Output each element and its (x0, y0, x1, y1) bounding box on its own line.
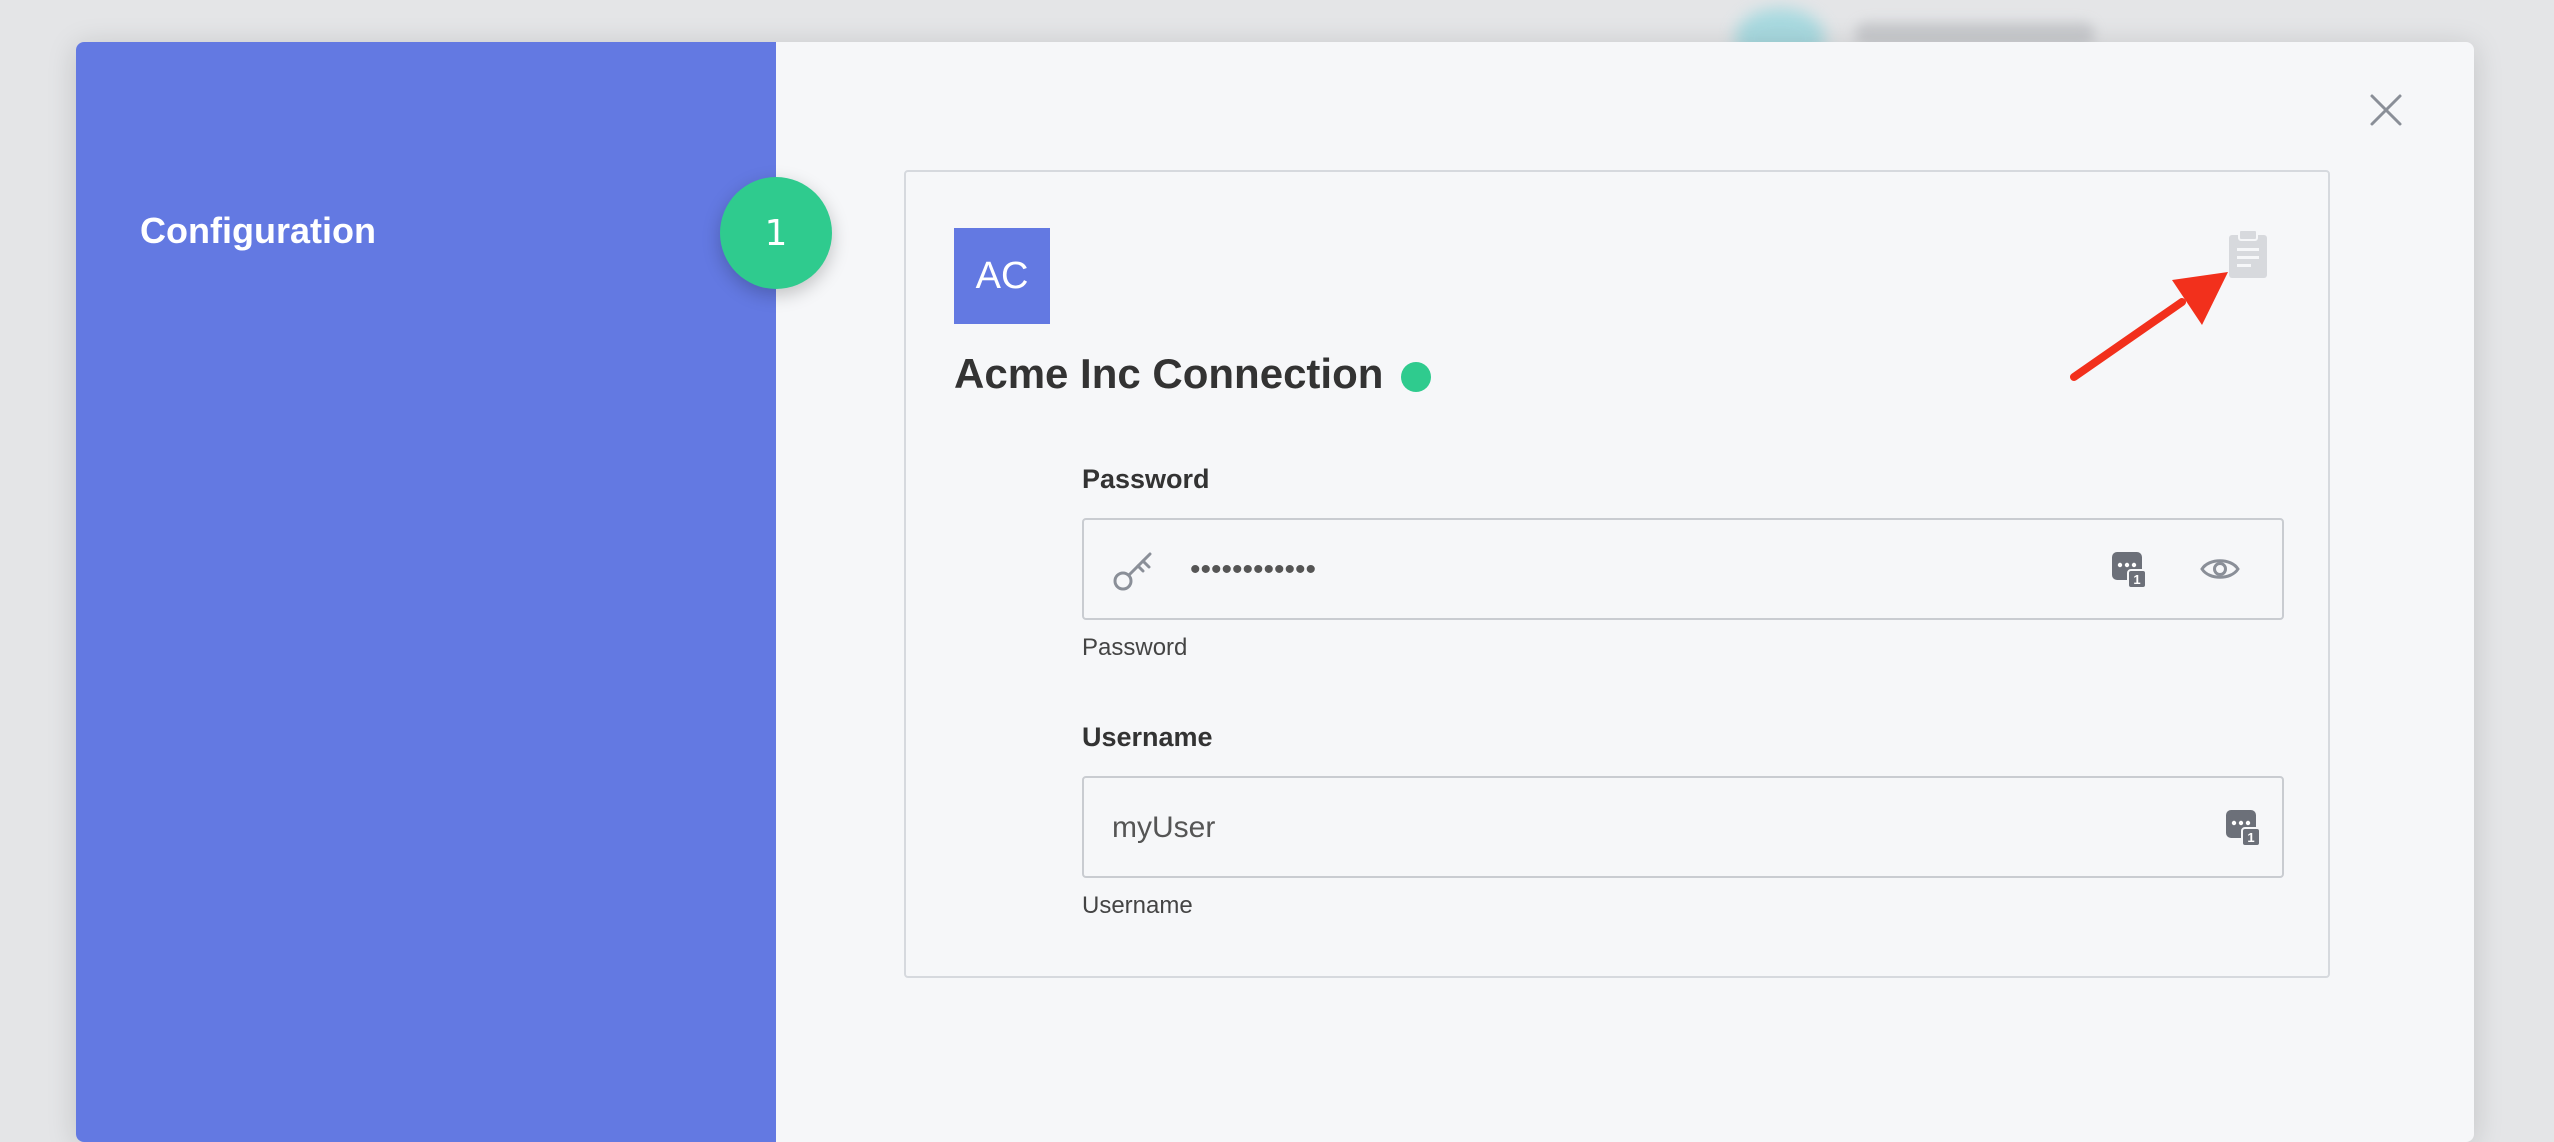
sidebar-title: Configuration (140, 210, 376, 251)
copy-config-button[interactable] (2226, 228, 2270, 280)
eye-icon (2200, 559, 2240, 579)
svg-text:1: 1 (2247, 830, 2254, 845)
username-field: 1 (1082, 776, 2284, 878)
connection-card: AC Acme Inc Connection Password ••••••••… (904, 170, 2330, 978)
password-hint: Password (1082, 634, 1188, 661)
connection-avatar: AC (954, 228, 1050, 324)
show-password-button[interactable] (2200, 554, 2240, 589)
step-indicator: 1 (720, 177, 832, 289)
connection-title: Acme Inc Connection (954, 350, 1432, 398)
password-input[interactable] (1188, 520, 2092, 620)
username-hint: Username (1082, 892, 1193, 919)
username-input[interactable] (1110, 778, 2194, 878)
close-icon (2370, 94, 2402, 126)
sidebar: Configuration (76, 42, 776, 1142)
password-field: 1 (1082, 518, 2284, 620)
password-manager-icon[interactable]: 1 (2110, 548, 2148, 595)
status-indicator (1401, 362, 1432, 392)
password-label: Password (1082, 464, 1210, 494)
password-manager-icon[interactable]: 1 (2224, 806, 2262, 853)
connection-name: Acme Inc Connection (954, 350, 1384, 397)
username-label: Username (1082, 722, 1213, 752)
close-button[interactable] (2366, 90, 2406, 130)
clipboard-icon (2229, 229, 2267, 278)
key-icon (1112, 548, 1156, 597)
svg-text:1: 1 (2133, 572, 2140, 587)
configuration-modal: Configuration 1 AC Acme Inc Connection P… (76, 42, 2474, 1142)
